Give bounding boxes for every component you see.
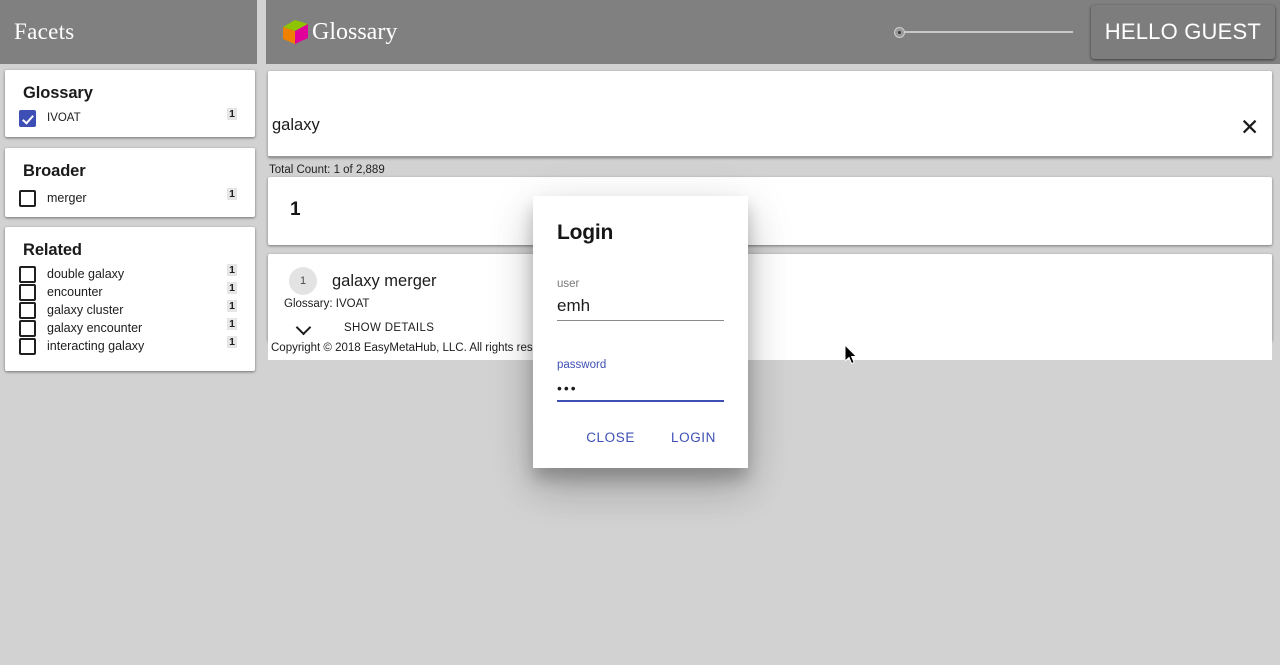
facets-sidebar: Facets Glossary IVOAT 1 Broader merger 1… [0, 0, 257, 665]
password-field-label: password [557, 359, 607, 371]
facet-card-broader: Broader merger 1 [5, 148, 255, 217]
facet-item-count: 1 [227, 108, 237, 120]
zoom-slider[interactable] [891, 22, 1073, 42]
result-title: galaxy merger [332, 272, 437, 290]
facets-title: Facets [14, 19, 75, 44]
facets-sidebar-header: Facets [0, 0, 257, 64]
checkbox-galaxy-cluster[interactable] [19, 301, 36, 319]
login-dialog-actions: CLOSE LOGIN [533, 424, 748, 451]
facet-card-glossary: Glossary IVOAT 1 [5, 70, 255, 137]
user-input[interactable] [557, 295, 724, 317]
facet-item-encounter[interactable]: encounter 1 [19, 282, 241, 301]
results-count-card: 1 [268, 177, 1272, 245]
result-list-item[interactable]: 1 galaxy merger Glossary: IVOAT SHOW DET… [268, 254, 1272, 341]
facet-item-count: 1 [227, 264, 237, 276]
results-count-value: 1 [290, 199, 301, 220]
total-count-label: Total Count: 1 of 2,889 [269, 164, 385, 176]
search-input[interactable] [272, 116, 1212, 135]
facet-item-interacting-galaxy[interactable]: interacting galaxy 1 [19, 336, 241, 355]
facet-item-label: merger [47, 191, 87, 205]
password-input[interactable] [557, 376, 724, 396]
result-badge: 1 [289, 267, 317, 295]
facet-item-galaxy-encounter[interactable]: galaxy encounter 1 [19, 318, 241, 337]
search-card: ✕ [268, 71, 1272, 157]
footer-bar: Copyright © 2018 EasyMetaHub, LLC. All r… [268, 338, 1272, 360]
show-details-toggle[interactable]: SHOW DETAILS [294, 320, 434, 336]
close-button[interactable]: CLOSE [578, 424, 643, 451]
result-subtitle: Glossary: IVOAT [284, 298, 370, 310]
facet-group-title: Glossary [23, 84, 93, 102]
password-field-group: password [557, 359, 724, 402]
checkbox-merger[interactable] [19, 189, 36, 207]
cube-logo-icon [280, 18, 310, 46]
facet-item-label: encounter [47, 285, 103, 299]
facet-group-title: Related [23, 241, 82, 259]
brand-title: Glossary [312, 18, 398, 45]
search-row: ✕ [268, 71, 1272, 157]
checkbox-interacting-galaxy[interactable] [19, 337, 36, 355]
facet-item-label: galaxy encounter [47, 321, 143, 335]
login-dialog-title: Login [557, 221, 614, 244]
close-icon[interactable]: ✕ [1234, 114, 1260, 140]
main-content: ✕ Total Count: 1 of 2,889 1 1 galaxy mer… [266, 64, 1280, 665]
hello-guest-button[interactable]: HELLO GUEST [1090, 5, 1275, 59]
app-root: Facets Glossary IVOAT 1 Broader merger 1… [0, 0, 1280, 665]
facet-group-title: Broader [23, 162, 86, 180]
facet-item-label: interacting galaxy [47, 339, 145, 353]
facet-item-count: 1 [227, 336, 237, 348]
checkbox-double-galaxy[interactable] [19, 265, 36, 283]
facet-item-count: 1 [227, 282, 237, 294]
facet-card-related: Related double galaxy 1 encounter 1 gala… [5, 227, 255, 371]
slider-thumb[interactable] [893, 26, 905, 38]
login-dialog: Login user password CLOSE LOGIN [533, 196, 748, 468]
facet-item-count: 1 [227, 188, 237, 200]
checkbox-galaxy-encounter[interactable] [19, 319, 36, 337]
brand: Glossary [280, 18, 397, 46]
facet-item-merger[interactable]: merger 1 [19, 188, 241, 207]
facet-item-label: IVOAT [47, 112, 81, 124]
slider-track[interactable] [895, 31, 1073, 33]
checkbox-ivoat[interactable] [19, 109, 36, 127]
chevron-down-icon[interactable] [294, 320, 316, 336]
facet-item-count: 1 [227, 300, 237, 312]
user-field-group: user [557, 278, 724, 321]
search-underline [268, 156, 1272, 157]
login-button[interactable]: LOGIN [663, 424, 724, 451]
app-header: Glossary HELLO GUEST [266, 0, 1280, 64]
user-field-label: user [557, 278, 580, 290]
facet-item-count: 1 [227, 318, 237, 330]
show-details-label: SHOW DETAILS [344, 322, 435, 334]
facet-item-label: double galaxy [47, 267, 125, 281]
copyright-text: Copyright © 2018 EasyMetaHub, LLC. All r… [271, 342, 565, 354]
user-field-underline [557, 320, 724, 321]
password-field-underline [557, 400, 724, 402]
facet-item-galaxy-cluster[interactable]: galaxy cluster 1 [19, 300, 241, 319]
facet-item-label: galaxy cluster [47, 303, 124, 317]
facet-item-ivoat[interactable]: IVOAT 1 [19, 108, 241, 127]
facet-item-double-galaxy[interactable]: double galaxy 1 [19, 264, 241, 283]
checkbox-encounter[interactable] [19, 283, 36, 301]
